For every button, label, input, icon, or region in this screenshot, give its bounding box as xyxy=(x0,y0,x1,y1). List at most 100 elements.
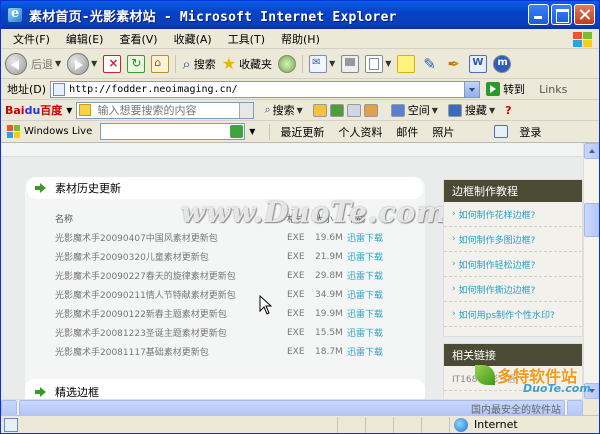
chevron-down-icon[interactable]: ▼ xyxy=(66,106,72,115)
baidu-zhidao-icon[interactable] xyxy=(363,103,378,117)
horizontal-scroll-thumb[interactable] xyxy=(19,400,565,416)
edit-icon[interactable] xyxy=(365,54,384,73)
chevron-down-icon[interactable]: ▼ xyxy=(329,59,335,68)
back-button[interactable]: 后退 ▼ xyxy=(5,52,61,75)
menu-edit[interactable]: 编辑(E) xyxy=(58,31,112,47)
row-download-link[interactable]: 迅雷下载 xyxy=(347,326,383,339)
address-dropdown-button[interactable] xyxy=(464,81,480,97)
menu-favorites[interactable]: 收藏(A) xyxy=(166,31,220,47)
baidu-image-icon[interactable] xyxy=(329,103,344,117)
media-icon[interactable] xyxy=(278,54,297,73)
row-name[interactable]: 光影魔术手20090211情人节特献素材更新包 xyxy=(55,288,287,301)
note-icon[interactable] xyxy=(397,54,416,73)
page-viewport: 素材历史更新 名称 格式 大小 下载 光影魔术手20090407中国风素材更新包… xyxy=(1,143,583,399)
forward-button[interactable]: ▼ xyxy=(67,52,97,75)
menu-view[interactable]: 查看(V) xyxy=(111,31,165,47)
go-arrow-icon[interactable] xyxy=(486,82,501,96)
title-bar[interactable]: 素材首页-光影素材站 - Microsoft Internet Explorer xyxy=(1,1,599,29)
chevron-down-icon[interactable]: ▼ xyxy=(91,59,97,68)
chevron-down-icon[interactable]: ▼ xyxy=(432,106,438,115)
row-format: EXE xyxy=(287,270,305,281)
internet-zone-icon xyxy=(454,417,468,432)
row-download-link[interactable]: 迅雷下载 xyxy=(347,345,383,358)
live-profile-link[interactable]: 个人资料 xyxy=(338,124,382,140)
table-row: 光影魔术手20090407中国风素材更新包 EXE 19.6M 迅雷下载 xyxy=(55,228,415,247)
baidu-logo[interactable]: Baidu百度 xyxy=(5,102,62,118)
baidu-help-icon[interactable]: ? xyxy=(505,104,511,117)
baidu-logo-part: du xyxy=(24,104,41,117)
baidu-tool-icon[interactable] xyxy=(312,103,327,117)
baidu-space-button[interactable]: 空间 ▼ xyxy=(390,102,438,118)
sidebar-item-label: 如何用ps制作个性水印? xyxy=(458,310,555,321)
maximize-button[interactable] xyxy=(551,4,572,25)
scroll-right-button[interactable] xyxy=(567,400,583,416)
sidebar-item[interactable]: › 如何制作撕边边框? xyxy=(444,277,582,302)
baidu-logo-part: 百度 xyxy=(40,104,63,117)
sidebar-item[interactable]: › 如何制作花样边框? xyxy=(444,202,582,227)
live-search-input[interactable] xyxy=(100,123,246,140)
row-download-link[interactable]: 迅雷下载 xyxy=(347,231,383,244)
tutorial-sidebar: 边框制作教程 › 如何制作花样边框? › 如何制作多图边框? › 如何制作轻松边… xyxy=(443,179,583,337)
row-name[interactable]: 光影魔术手20090227春天的旋律素材更新包 xyxy=(55,269,287,282)
row-name[interactable]: 光影魔术手20081117基础素材更新包 xyxy=(55,345,287,358)
address-input[interactable]: http://fodder.neoimaging.cn/ xyxy=(50,80,481,98)
research-icon[interactable]: ✎ xyxy=(421,55,439,73)
stop-icon[interactable]: × xyxy=(103,54,122,73)
search-button[interactable]: ⌕ 搜索 xyxy=(175,54,216,73)
row-download-link[interactable]: 迅雷下载 xyxy=(347,288,383,301)
vertical-scrollbar[interactable] xyxy=(583,143,599,399)
favorites-button[interactable]: ★ 收藏夹 xyxy=(222,54,272,73)
row-download-link[interactable]: 迅雷下载 xyxy=(347,250,383,263)
chevron-down-icon[interactable]: ▼ xyxy=(385,59,391,68)
refresh-icon[interactable]: ↻ xyxy=(127,54,146,73)
window-title: 素材首页-光影素材站 - Microsoft Internet Explorer xyxy=(29,9,397,25)
baidu-search-input[interactable]: 输入想要搜索的内容 xyxy=(76,101,255,119)
search-icon[interactable] xyxy=(230,125,244,138)
mail-icon[interactable]: ✉ xyxy=(309,54,328,73)
baidu-news-icon[interactable] xyxy=(346,103,361,117)
minimize-button[interactable] xyxy=(528,4,549,25)
live-recent-link[interactable]: 最近更新 xyxy=(269,123,324,140)
chevron-down-icon[interactable]: ▼ xyxy=(489,106,495,115)
menu-file[interactable]: 文件(F) xyxy=(5,31,58,47)
sidebar-item[interactable]: › 如何制作多图边框? xyxy=(444,227,582,252)
home-icon[interactable]: ⌂ xyxy=(151,54,170,73)
chevron-down-icon[interactable]: ▼ xyxy=(249,127,255,136)
menu-tools[interactable]: 工具(T) xyxy=(220,31,273,47)
row-download-link[interactable]: 迅雷下载 xyxy=(347,307,383,320)
row-name[interactable]: 光影魔术手20081223圣诞主题素材更新包 xyxy=(55,326,287,339)
windows-live-logo[interactable]: Windows Live xyxy=(7,125,92,138)
baidu-collect-button[interactable]: 搜藏 ▼ xyxy=(447,102,495,118)
ie-app-icon[interactable] xyxy=(7,6,23,23)
col-download: 下载 xyxy=(347,215,366,225)
space-icon xyxy=(390,103,405,117)
close-button[interactable] xyxy=(574,4,595,25)
chevron-down-icon[interactable]: ▼ xyxy=(297,106,303,115)
sidebar-item[interactable]: › 如何用ps制作个性水印? xyxy=(444,302,582,327)
vertical-scroll-thumb[interactable] xyxy=(584,203,599,237)
scroll-up-button[interactable] xyxy=(584,143,599,159)
msn-icon[interactable]: m xyxy=(493,54,512,73)
messenger-icon[interactable]: W xyxy=(469,54,488,73)
scroll-down-button[interactable] xyxy=(584,383,599,399)
go-button[interactable]: 转到 xyxy=(503,81,525,97)
baidu-search-button[interactable]: ⌕ 搜索 ▼ xyxy=(264,102,302,118)
pen-icon[interactable]: ✒ xyxy=(445,55,463,73)
row-name[interactable]: 光影魔术手20090122新春主题素材更新包 xyxy=(55,307,287,320)
chevron-down-icon[interactable]: ▼ xyxy=(55,59,61,68)
links-button[interactable]: Links xyxy=(539,83,567,96)
menu-help[interactable]: 帮助(H) xyxy=(273,31,328,47)
row-download-link[interactable]: 迅雷下载 xyxy=(347,269,383,282)
scroll-left-button[interactable] xyxy=(1,400,17,416)
baidu-input-dropdown[interactable] xyxy=(239,102,254,118)
live-photos-link[interactable]: 照片 xyxy=(432,124,454,140)
print-icon[interactable] xyxy=(341,54,360,73)
live-login-button[interactable]: 登录 xyxy=(494,124,541,140)
horizontal-scrollbar[interactable] xyxy=(1,399,583,416)
forward-arrow-icon xyxy=(67,52,90,75)
row-name[interactable]: 光影魔术手20090320儿童素材更新包 xyxy=(55,250,287,263)
live-mail-link[interactable]: 邮件 xyxy=(396,124,418,140)
sidebar-item[interactable]: › 如何制作轻松边框? xyxy=(444,252,582,277)
links-sidebar-item[interactable]: IT168 光影专区 xyxy=(444,366,582,391)
row-name[interactable]: 光影魔术手20090407中国风素材更新包 xyxy=(55,231,287,244)
